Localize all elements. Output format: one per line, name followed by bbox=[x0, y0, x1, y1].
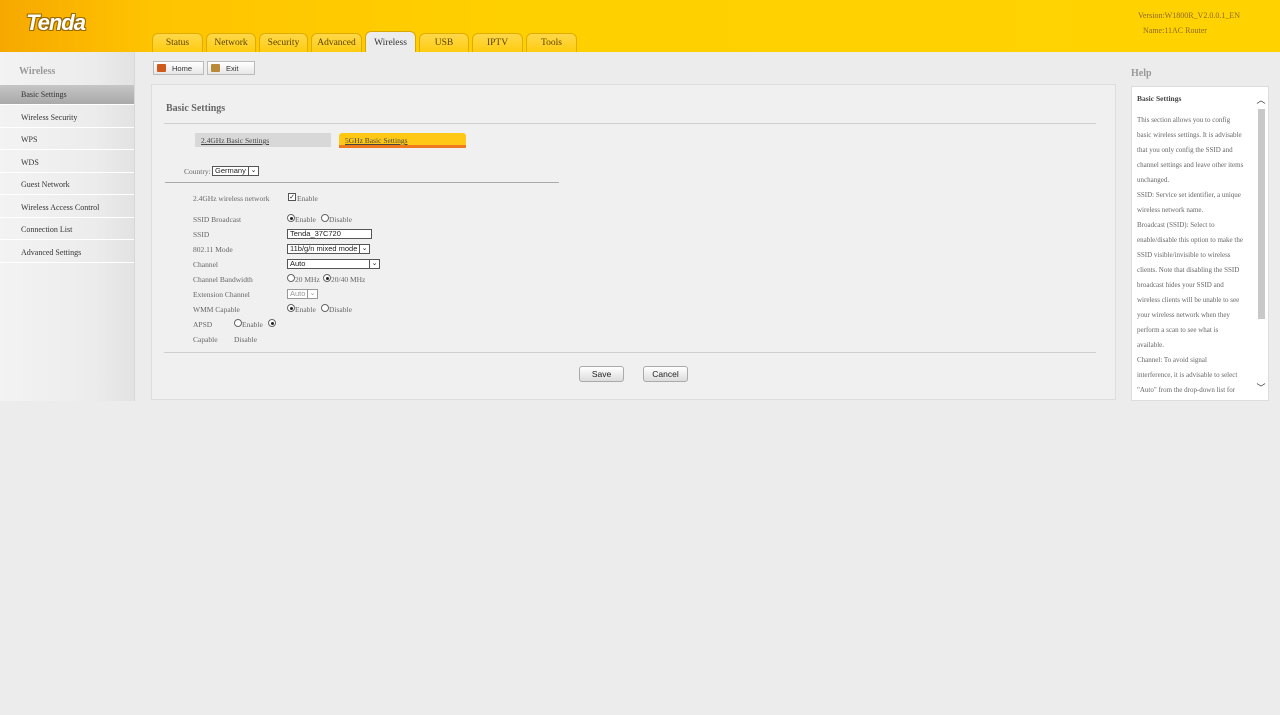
apsd-enable-radio[interactable] bbox=[234, 319, 242, 327]
sidebar-item-guest-network[interactable]: Guest Network bbox=[0, 175, 134, 195]
ssid-input[interactable]: Tenda_37C720 bbox=[287, 229, 372, 239]
title-divider bbox=[164, 123, 1096, 124]
network-enable-label: Enable bbox=[297, 194, 318, 203]
ssid-label: SSID bbox=[193, 230, 210, 239]
tab-5ghz-basic-settings[interactable]: 5GHz Basic Settings bbox=[339, 133, 466, 148]
cancel-button[interactable]: Cancel bbox=[643, 366, 688, 382]
help-text: This section allows you to config basic … bbox=[1137, 116, 1244, 394]
wmm-enable-radio[interactable] bbox=[287, 304, 295, 312]
network-label: 2.4GHz wireless network bbox=[193, 194, 270, 203]
ssid-broadcast-disable-label: Disable bbox=[329, 215, 352, 224]
home-button[interactable]: Home bbox=[153, 61, 204, 75]
wmm-enable-label: Enable bbox=[295, 305, 316, 314]
apsd-enable-label: Enable bbox=[242, 320, 263, 329]
page-title: Basic Settings bbox=[166, 103, 226, 114]
exit-label: Exit bbox=[226, 63, 239, 73]
country-select[interactable]: Germany ⌄ bbox=[212, 166, 259, 176]
apsd-disable-label: Disable bbox=[234, 335, 257, 344]
main-nav-tabs: Status Network Security Advanced Wireles… bbox=[152, 31, 580, 52]
scroll-up-icon[interactable]: ︿ bbox=[1256, 95, 1266, 105]
sidebar-item-wireless-security[interactable]: Wireless Security bbox=[0, 108, 134, 128]
ext-channel-value: Auto bbox=[290, 289, 306, 298]
scroll-down-icon[interactable]: ﹀ bbox=[1256, 383, 1266, 393]
sidebar: Wireless Basic Settings Wireless Securit… bbox=[0, 52, 135, 401]
home-label: Home bbox=[172, 63, 193, 73]
tab-status[interactable]: Status bbox=[152, 33, 203, 52]
help-title: Help bbox=[1131, 68, 1152, 79]
ssid-broadcast-disable-radio[interactable] bbox=[321, 214, 329, 222]
wmm-disable-radio[interactable] bbox=[321, 304, 329, 312]
country-divider bbox=[165, 182, 559, 183]
bandwidth-2040-label: 20/40 MHz bbox=[331, 275, 366, 284]
settings-panel: Basic Settings 2.4GHz Basic Settings 5GH… bbox=[151, 84, 1116, 400]
country-value: Germany bbox=[215, 166, 246, 175]
chevron-down-icon: ⌄ bbox=[307, 290, 317, 298]
channel-select[interactable]: Auto ⌄ bbox=[287, 259, 380, 269]
sidebar-item-wds[interactable]: WDS bbox=[0, 153, 134, 173]
bandwidth-2040-radio[interactable] bbox=[323, 274, 331, 282]
help-scrollbar[interactable]: ︿ ﹀ bbox=[1256, 95, 1266, 395]
ssid-broadcast-label: SSID Broadcast bbox=[193, 215, 242, 224]
sidebar-item-wireless-access-control[interactable]: Wireless Access Control bbox=[0, 198, 134, 218]
sidebar-title: Wireless bbox=[19, 66, 56, 77]
tab-iptv[interactable]: IPTV bbox=[472, 33, 523, 52]
bandwidth-20-label: 20 MHz bbox=[295, 275, 320, 284]
form-divider bbox=[164, 352, 1096, 353]
ssid-broadcast-enable-label: Enable bbox=[295, 215, 316, 224]
firmware-version: Version:W1800R_V2.0.0.1_EN bbox=[1138, 11, 1240, 20]
toolbar: Home Exit bbox=[153, 61, 258, 75]
tenda-logo: Tenda bbox=[26, 10, 86, 35]
tab-24ghz-basic-settings[interactable]: 2.4GHz Basic Settings bbox=[195, 133, 331, 147]
save-button[interactable]: Save bbox=[579, 366, 624, 382]
ssid-broadcast-enable-radio[interactable] bbox=[287, 214, 295, 222]
tab-wireless[interactable]: Wireless bbox=[365, 31, 416, 52]
channel-value: Auto bbox=[290, 259, 306, 268]
ext-channel-label: Extension Channel bbox=[193, 290, 250, 299]
bandwidth-label: Channel Bandwidth bbox=[193, 275, 253, 284]
chevron-down-icon: ⌄ bbox=[359, 245, 369, 253]
exit-icon bbox=[211, 64, 220, 72]
tab-network[interactable]: Network bbox=[206, 33, 256, 52]
country-label: Country: bbox=[184, 167, 211, 176]
ext-channel-select[interactable]: Auto ⌄ bbox=[287, 289, 318, 299]
chevron-down-icon: ⌄ bbox=[248, 167, 258, 175]
sidebar-item-advanced-settings[interactable]: Advanced Settings bbox=[0, 243, 134, 263]
mode-value: 11b/g/n mixed mode bbox=[290, 244, 358, 253]
mode-select[interactable]: 11b/g/n mixed mode ⌄ bbox=[287, 244, 370, 254]
exit-button[interactable]: Exit bbox=[207, 61, 255, 75]
sidebar-item-connection-list[interactable]: Connection List bbox=[0, 220, 134, 240]
help-heading: Basic Settings bbox=[1137, 94, 1182, 103]
bandwidth-20-radio[interactable] bbox=[287, 274, 295, 282]
home-icon bbox=[157, 64, 166, 72]
tab-usb[interactable]: USB bbox=[419, 33, 469, 52]
network-enable-checkbox[interactable]: ✓ bbox=[288, 193, 296, 201]
scroll-thumb[interactable] bbox=[1258, 109, 1265, 319]
wmm-disable-label: Disable bbox=[329, 305, 352, 314]
help-panel[interactable]: Basic Settings This section allows you t… bbox=[1131, 86, 1269, 401]
device-name: Name:11AC Router bbox=[1143, 26, 1207, 35]
mode-label: 802.11 Mode bbox=[193, 245, 233, 254]
header-bar: Tenda Version:W1800R_V2.0.0.1_EN Name:11… bbox=[0, 0, 1280, 52]
chevron-down-icon: ⌄ bbox=[369, 260, 379, 268]
apsd-disable-radio[interactable] bbox=[268, 319, 276, 327]
sidebar-item-basic-settings[interactable]: Basic Settings bbox=[0, 85, 134, 105]
sidebar-item-wps[interactable]: WPS bbox=[0, 130, 134, 150]
apsd-label: APSD bbox=[193, 320, 213, 329]
channel-label: Channel bbox=[193, 260, 218, 269]
wmm-label: WMM Capable bbox=[193, 305, 240, 314]
tab-security[interactable]: Security bbox=[259, 33, 308, 52]
tab-advanced[interactable]: Advanced bbox=[311, 33, 362, 52]
tab-tools[interactable]: Tools bbox=[526, 33, 577, 52]
apsd-label-capable: Capable bbox=[193, 335, 218, 344]
